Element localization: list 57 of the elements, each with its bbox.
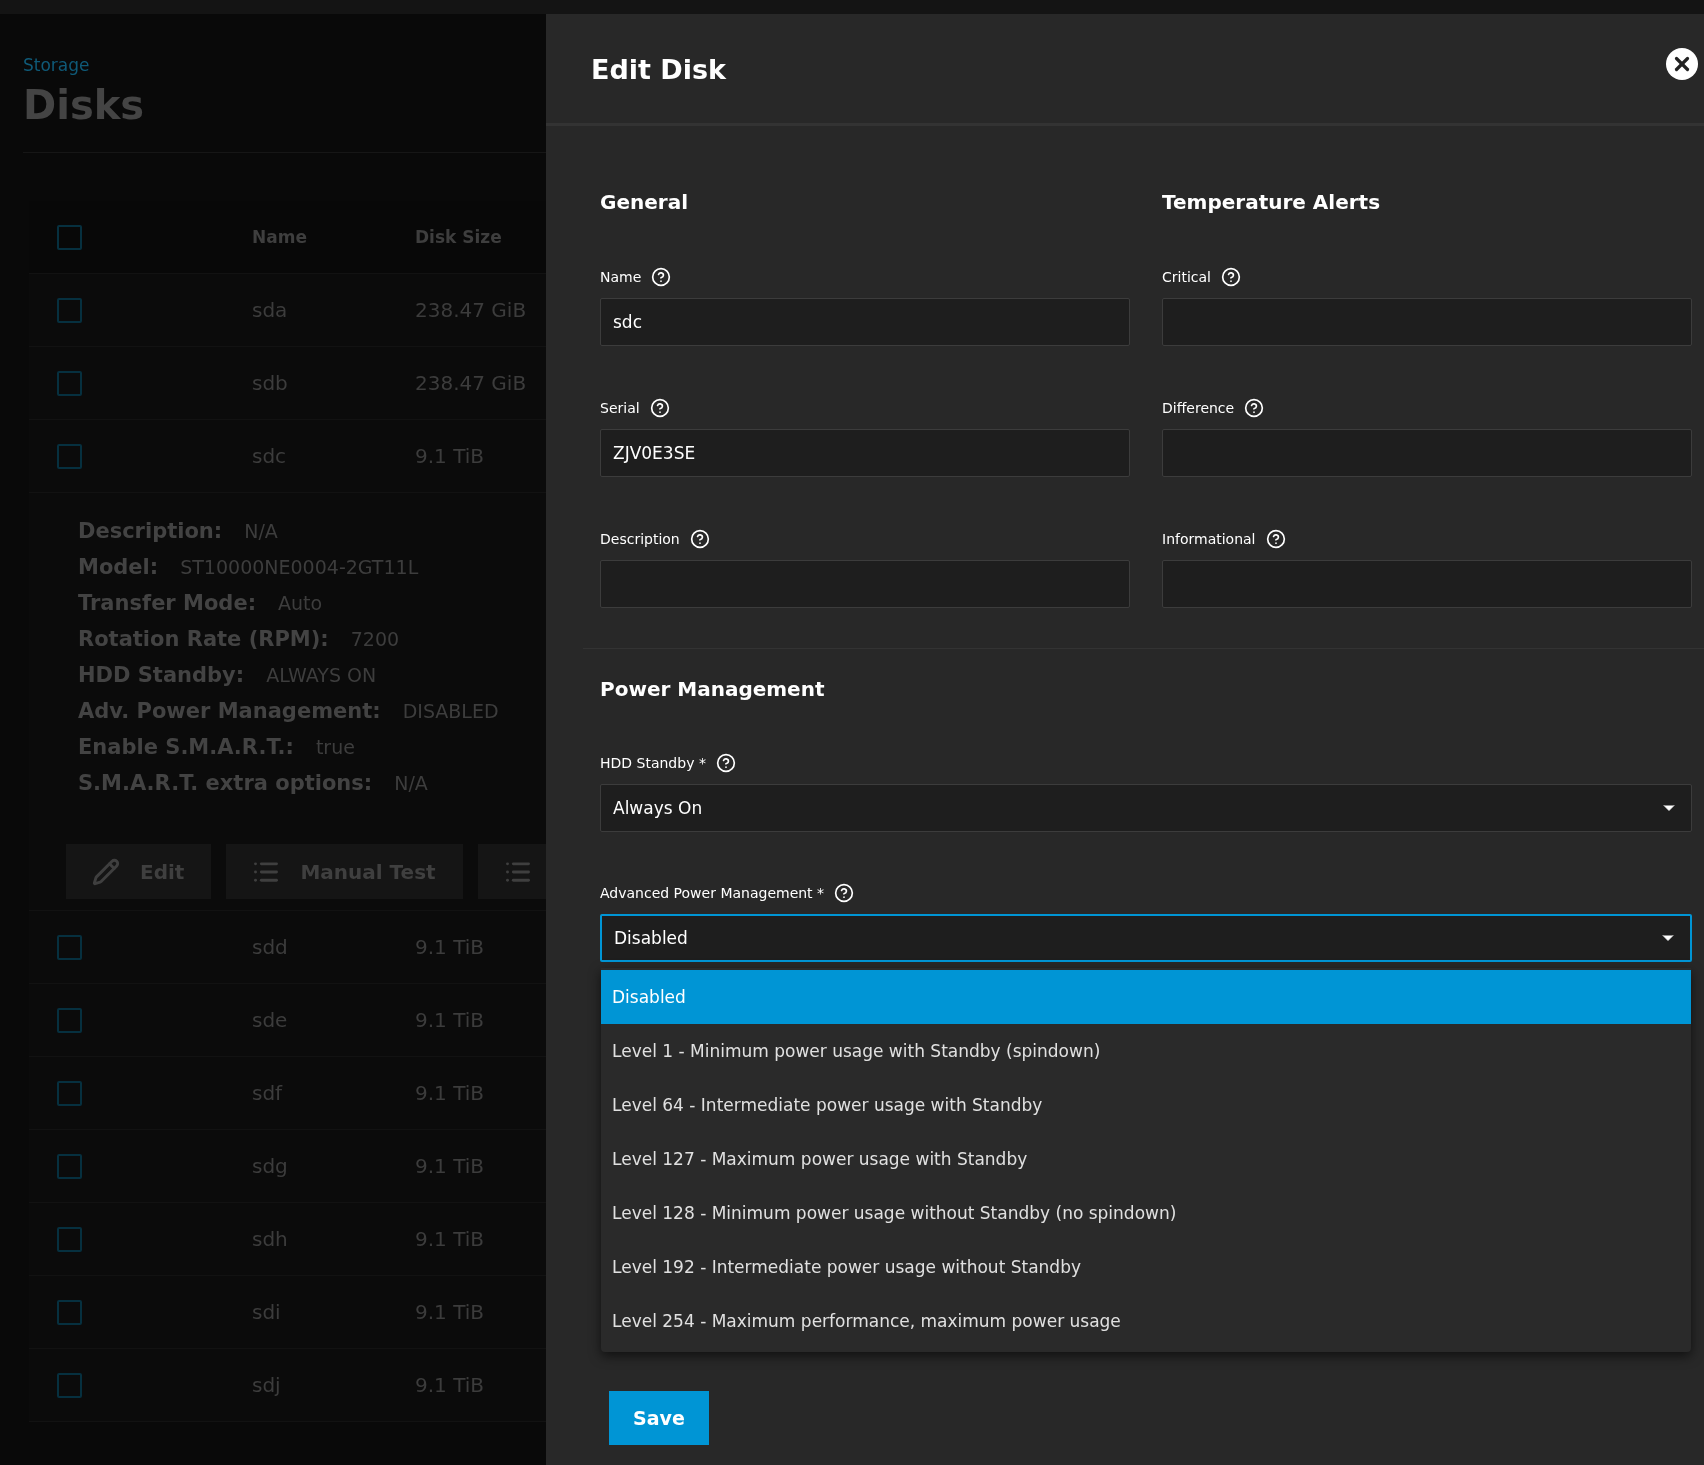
dropdown-option[interactable]: Level 254 - Maximum performance, maximum power usage <box>601 1294 1691 1348</box>
pencil-icon <box>92 857 120 886</box>
list-button[interactable] <box>477 844 546 899</box>
row-checkbox[interactable] <box>57 934 82 960</box>
detail-label: Transfer Mode: <box>78 591 257 615</box>
select-all-checkbox[interactable] <box>57 224 82 250</box>
select-field[interactable]: Always On <box>600 784 1692 832</box>
close-button[interactable] <box>1666 47 1698 80</box>
page-title: Disks <box>23 81 146 130</box>
row-checkbox[interactable] <box>57 370 82 396</box>
help-icon[interactable] <box>1220 267 1241 287</box>
field-label: Description <box>600 531 680 547</box>
input-field[interactable] <box>1162 560 1692 608</box>
field-label: Name <box>600 269 642 285</box>
field-label: Serial <box>600 400 640 416</box>
dropdown-option[interactable]: Level 192 - Intermediate power usage without Standby <box>601 1240 1691 1294</box>
dropdown-option[interactable]: Level 127 - Maximum power usage with Standby <box>601 1132 1691 1186</box>
help-icon[interactable] <box>651 267 672 287</box>
detail-label: Rotation Rate (RPM): <box>78 627 329 651</box>
row-checkbox[interactable] <box>57 1372 82 1398</box>
help-icon[interactable] <box>689 529 710 549</box>
input-field[interactable] <box>600 560 1130 608</box>
select-field[interactable]: Disabled <box>600 914 1692 962</box>
row-checkbox[interactable] <box>57 1007 82 1033</box>
dialog-title: Edit Disk <box>591 54 727 85</box>
row-checkbox[interactable] <box>57 1226 82 1252</box>
input-field[interactable] <box>1162 429 1692 477</box>
row-checkbox[interactable] <box>57 297 82 323</box>
section-heading: Temperature Alerts <box>1162 189 1382 215</box>
field-label: Critical <box>1162 269 1211 285</box>
row-checkbox[interactable] <box>57 1080 82 1106</box>
field-label: Difference <box>1162 400 1235 416</box>
input-field[interactable] <box>1162 298 1692 346</box>
help-icon[interactable] <box>1265 529 1286 549</box>
dropdown-option[interactable]: Level 1 - Minimum power usage with Standby (spindown) <box>601 1024 1691 1078</box>
detail-label: Adv. Power Management: <box>78 699 381 723</box>
row-checkbox[interactable] <box>57 443 82 469</box>
section-heading: General <box>600 189 689 215</box>
detail-label: HDD Standby: <box>78 663 245 687</box>
row-checkbox[interactable] <box>57 1299 82 1325</box>
input-field[interactable]: sdc <box>600 298 1130 346</box>
field-label: Informational <box>1162 531 1256 547</box>
input-field[interactable]: ZJV0E3SE <box>600 429 1130 477</box>
help-icon[interactable] <box>834 883 855 903</box>
help-icon[interactable] <box>649 398 670 418</box>
row-checkbox[interactable] <box>57 1153 82 1179</box>
dropdown-option[interactable]: Level 128 - Minimum power usage without Standby (no spindown) <box>601 1186 1691 1240</box>
field-label: Advanced Power Management * <box>600 885 825 901</box>
help-icon[interactable] <box>715 753 736 773</box>
detail-label: Description: <box>78 519 223 543</box>
section-heading: Power Management <box>600 676 826 702</box>
detail-label: S.M.A.R.T. extra options: <box>78 771 373 795</box>
help-icon[interactable] <box>1244 398 1265 418</box>
field-label: HDD Standby * <box>600 755 706 771</box>
detail-label: Model: <box>78 555 159 579</box>
detail-label: Enable S.M.A.R.T.: <box>78 735 294 759</box>
dropdown-option[interactable]: Level 64 - Intermediate power usage with Standby <box>601 1078 1691 1132</box>
